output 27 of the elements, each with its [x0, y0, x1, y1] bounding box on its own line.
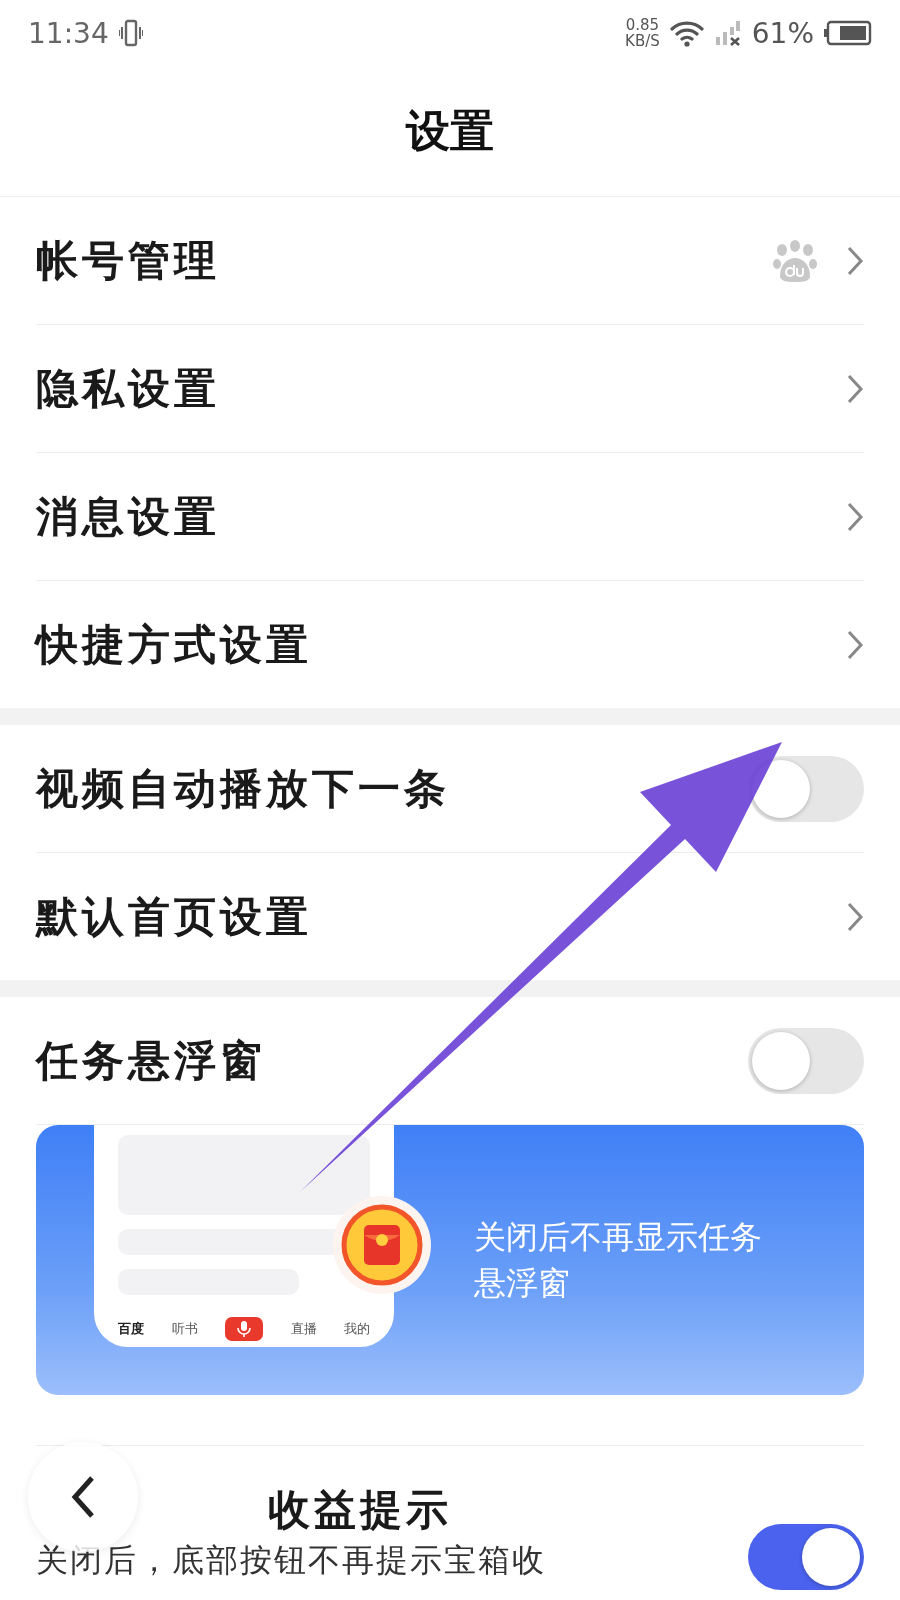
- chevron-right-icon: [846, 900, 864, 933]
- back-icon: [70, 1475, 96, 1519]
- mockup-tab-label: 我的: [344, 1320, 370, 1338]
- setting-note: 关闭后，底部按钮不再提示宝箱收: [36, 1540, 546, 1580]
- vibrate-icon: [118, 19, 143, 47]
- mockup-tab-label: 听书: [171, 1320, 198, 1338]
- net-speed: 0.85: [625, 17, 660, 33]
- envelope-badge-icon: [332, 1195, 432, 1295]
- chevron-right-icon: [846, 500, 864, 533]
- status-time: 11:34: [28, 16, 109, 50]
- net-unit: KB/S: [625, 33, 660, 49]
- setting-label: 视频自动播放下一条: [36, 762, 450, 815]
- setting-label: 任务悬浮窗: [36, 1034, 266, 1087]
- mockup-tab-label: 百度: [118, 1320, 144, 1338]
- chevron-right-icon: [846, 372, 864, 405]
- chevron-right-icon: [846, 628, 864, 661]
- wifi-icon: [669, 19, 704, 47]
- microphone-icon: [225, 1317, 263, 1341]
- chevron-right-icon: [846, 244, 864, 277]
- page-title: 设置: [406, 103, 494, 158]
- setting-label: 收益提示: [268, 1484, 453, 1536]
- banner-text: 关闭后不再显示任务悬浮窗: [474, 1217, 763, 1304]
- battery-percent: 61%: [751, 16, 814, 50]
- battery-icon: [824, 20, 872, 46]
- mockup-tab-label: 直播: [290, 1320, 317, 1338]
- paw-icon: [772, 239, 818, 282]
- signal-icon: [713, 19, 742, 47]
